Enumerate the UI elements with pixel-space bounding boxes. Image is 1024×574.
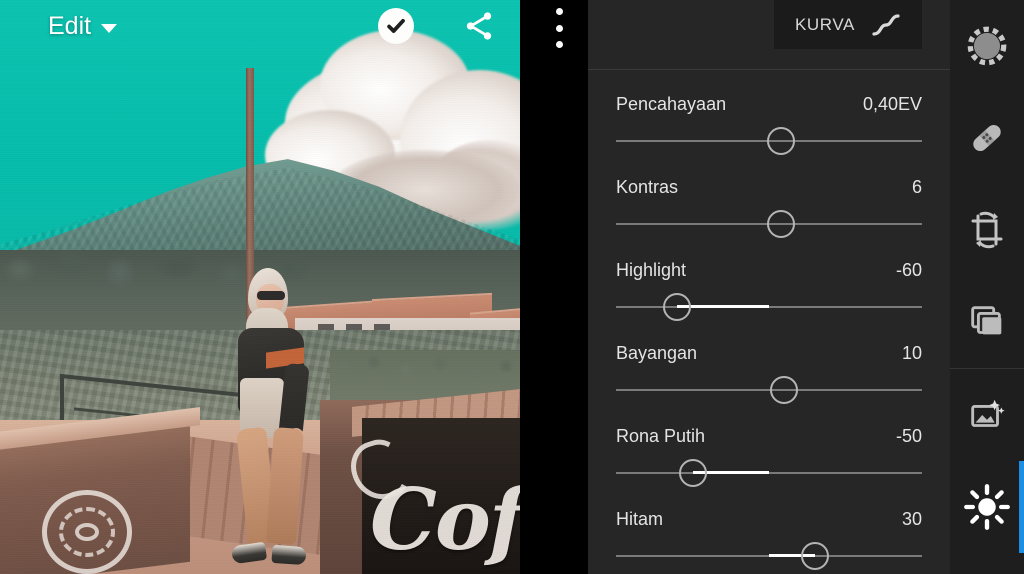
- slider-track-base: [616, 306, 922, 308]
- slider-track[interactable]: [616, 370, 922, 410]
- slider-knob[interactable]: [800, 542, 829, 570]
- slider-row[interactable]: Bayangan 10: [588, 333, 950, 416]
- photo-person: [222, 268, 326, 574]
- slider-row[interactable]: Highlight -60: [588, 250, 950, 333]
- slider-row[interactable]: Rona Putih -50: [588, 416, 950, 499]
- slider-knob[interactable]: [767, 210, 796, 238]
- auto-enhance-icon: [971, 399, 1005, 427]
- slider-knob[interactable]: [767, 127, 796, 155]
- photo-preview[interactable]: Cof: [0, 0, 520, 574]
- edit-mode-dropdown[interactable]: Edit: [48, 11, 118, 41]
- curve-button[interactable]: KURVA: [774, 0, 922, 49]
- photo-graffiti-text: Cof: [370, 470, 520, 569]
- slider-track[interactable]: [616, 287, 922, 327]
- chevron-down-icon: [101, 23, 118, 33]
- tone-curve-icon: [872, 13, 900, 36]
- tool-healing[interactable]: [950, 92, 1024, 184]
- slider-header: Pencahayaan 0,40EV: [616, 94, 922, 115]
- tool-rail: [950, 0, 1024, 574]
- slider-label: Rona Putih: [616, 426, 706, 446]
- dot: [555, 8, 563, 15]
- share-icon: [466, 12, 492, 40]
- tool-brightness[interactable]: [950, 461, 1024, 553]
- panel-gutter: [520, 0, 588, 574]
- slider-label: Bayangan: [616, 343, 698, 363]
- slider-track[interactable]: [616, 536, 922, 574]
- slider-value: 6: [911, 177, 922, 197]
- tool-auto-enhance[interactable]: [950, 369, 1024, 461]
- slider-track[interactable]: [616, 204, 922, 244]
- slider-header: Bayangan 10: [616, 343, 922, 364]
- slider-track-base: [616, 472, 922, 474]
- more-vertical-icon[interactable]: [552, 8, 566, 48]
- slider-knob[interactable]: [678, 459, 707, 487]
- curve-button-label: KURVA: [794, 14, 855, 34]
- slider-value: 0,40EV: [862, 94, 922, 114]
- slider-list: Pencahayaan 0,40EV Kontras 6 Highlight -…: [588, 70, 950, 574]
- healing-icon: [973, 124, 1001, 152]
- edit-mode-label: Edit: [48, 11, 92, 40]
- slider-label: Kontras: [616, 177, 679, 197]
- tool-crop-rotate[interactable]: [950, 184, 1024, 276]
- slider-label: Highlight: [616, 260, 687, 280]
- photo-mandala-graffiti: [42, 490, 132, 574]
- slider-track-base: [616, 389, 922, 391]
- photo-person-trouser: [265, 427, 305, 545]
- tool-layers[interactable]: [950, 276, 1024, 368]
- apply-button[interactable]: [378, 8, 414, 44]
- slider-header: Kontras 6: [616, 177, 922, 198]
- adjustment-panel: KURVA Pencahayaan 0,40EV Kontras 6 Highl…: [588, 0, 950, 574]
- crop-rotate-icon: [971, 211, 1003, 249]
- active-indicator: [1019, 461, 1024, 553]
- slider-track[interactable]: [616, 121, 922, 161]
- layers-icon: [971, 306, 1002, 335]
- slider-header: Hitam 30: [616, 509, 922, 530]
- photo-person-shoe: [230, 541, 268, 565]
- slider-value: 30: [901, 509, 922, 529]
- slider-track[interactable]: [616, 453, 922, 493]
- slider-knob[interactable]: [663, 293, 692, 321]
- slider-knob[interactable]: [770, 376, 799, 404]
- tool-selective[interactable]: [950, 0, 1024, 92]
- slider-row[interactable]: Hitam 30: [588, 499, 950, 574]
- slider-label: Hitam: [616, 509, 664, 529]
- top-toolbar: Edit: [0, 0, 520, 52]
- check-circle-icon: [387, 18, 405, 33]
- panel-header: KURVA: [588, 0, 950, 70]
- photo-person-shoe: [271, 544, 307, 566]
- dot: [555, 24, 563, 32]
- brightness-icon: [964, 484, 1010, 530]
- share-button[interactable]: [462, 9, 496, 43]
- selective-icon: [967, 26, 1007, 66]
- slider-label: Pencahayaan: [616, 94, 727, 114]
- dot: [555, 41, 563, 48]
- slider-header: Rona Putih -50: [616, 426, 922, 447]
- top-toolbar-actions: [378, 8, 496, 44]
- slider-value: -50: [895, 426, 922, 446]
- slider-value: 10: [901, 343, 922, 363]
- slider-value: -60: [895, 260, 922, 280]
- slider-row[interactable]: Pencahayaan 0,40EV: [588, 84, 950, 167]
- tool-temperature[interactable]: [950, 553, 1024, 574]
- photo-editor-window: Cof Edit KURVA Pencahayaan 0,40EV Kontra…: [0, 0, 1024, 574]
- slider-header: Highlight -60: [616, 260, 922, 281]
- photo-person-sunglasses: [257, 291, 285, 300]
- slider-row[interactable]: Kontras 6: [588, 167, 950, 250]
